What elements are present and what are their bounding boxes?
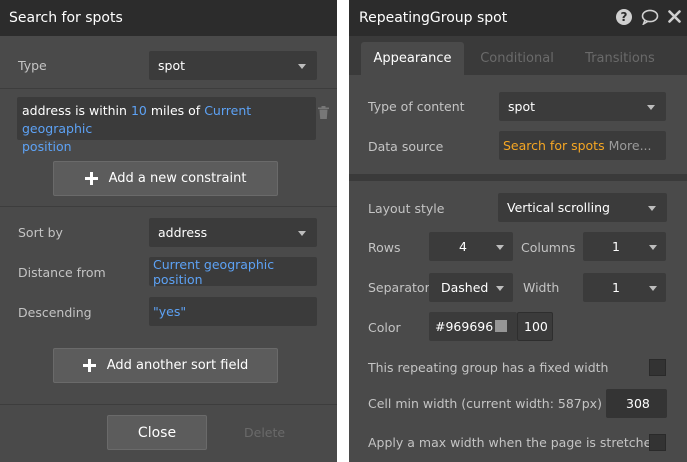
delete-button[interactable]: Delete xyxy=(244,425,285,440)
search-editor-title: Search for spots xyxy=(0,0,337,36)
chevron-down-icon xyxy=(496,286,504,291)
add-sort-field-button[interactable]: Add another sort field xyxy=(53,348,278,383)
add-constraint-button[interactable]: Add a new constraint xyxy=(53,161,278,196)
max-width-checkbox[interactable] xyxy=(649,434,666,451)
distance-from-field[interactable]: Current geographic position xyxy=(149,256,317,287)
add-constraint-label: Add a new constraint xyxy=(108,171,247,186)
data-source-label: Data source xyxy=(368,139,444,154)
descending-field[interactable]: "yes" xyxy=(149,297,317,326)
columns-dropdown[interactable]: 1 xyxy=(583,232,666,261)
color-hex-value: #969696 xyxy=(435,319,494,334)
type-dropdown-value: spot xyxy=(158,58,185,73)
fixed-width-label: This repeating group has a fixed width xyxy=(368,360,609,375)
data-source-more[interactable]: More... xyxy=(609,138,652,153)
fixed-width-checkbox[interactable] xyxy=(649,359,666,376)
chevron-down-icon xyxy=(649,245,657,250)
type-of-content-dropdown[interactable]: spot xyxy=(499,92,666,121)
sort-by-value: address xyxy=(158,225,208,240)
width-value: 1 xyxy=(612,280,620,295)
rows-value: 4 xyxy=(459,239,467,254)
chevron-down-icon xyxy=(298,231,306,236)
tab-transitions[interactable]: Transitions xyxy=(570,42,670,74)
cell-min-width-value: 308 xyxy=(626,396,650,411)
layout-style-value: Vertical scrolling xyxy=(507,200,610,215)
color-label: Color xyxy=(368,320,401,335)
chevron-down-icon xyxy=(647,105,655,110)
width-label: Width xyxy=(523,280,560,295)
descending-label: Descending xyxy=(18,305,92,320)
trash-icon[interactable] xyxy=(318,106,329,119)
width-dropdown[interactable]: 1 xyxy=(583,273,666,302)
max-width-label: Apply a max width when the page is stret… xyxy=(368,435,660,450)
divider xyxy=(349,174,687,181)
type-of-content-label: Type of content xyxy=(368,99,465,114)
divider xyxy=(0,404,337,405)
distance-from-value: Current geographic position xyxy=(153,256,275,287)
plus-icon xyxy=(84,172,98,185)
separator-dropdown[interactable]: Dashed xyxy=(429,273,513,302)
layout-style-label: Layout style xyxy=(368,201,445,216)
data-source-value[interactable]: Search for spots xyxy=(503,138,605,153)
opacity-value: 100 xyxy=(524,319,548,334)
opacity-field[interactable]: 100 xyxy=(517,312,553,341)
type-of-content-value: spot xyxy=(508,99,535,114)
tab-conditional[interactable]: Conditional xyxy=(467,42,567,74)
sort-by-dropdown[interactable]: address xyxy=(149,218,317,247)
data-source-expression: Search for spots More... xyxy=(503,131,652,160)
constraint-location-cont[interactable]: position xyxy=(22,139,72,154)
element-inspector-panel: RepeatingGroup spot ? Appearance Conditi… xyxy=(349,0,687,462)
help-icon[interactable]: ? xyxy=(616,9,632,25)
close-button[interactable]: Close xyxy=(107,415,207,450)
separator-label: Separator xyxy=(368,280,430,295)
color-field[interactable]: #969696 xyxy=(429,312,517,341)
rows-dropdown[interactable]: 4 xyxy=(429,232,513,261)
distance-from-label: Distance from xyxy=(18,265,106,280)
add-sort-field-label: Add another sort field xyxy=(106,358,249,373)
type-dropdown[interactable]: spot xyxy=(149,51,317,80)
divider xyxy=(0,206,337,207)
divider xyxy=(0,88,337,89)
inspector-title-text: RepeatingGroup spot xyxy=(359,10,508,26)
tab-appearance[interactable]: Appearance xyxy=(361,42,464,75)
descending-value: "yes" xyxy=(153,304,187,319)
color-swatch[interactable] xyxy=(495,320,507,332)
data-source-field[interactable]: Search for spots More... xyxy=(499,131,666,160)
layout-style-dropdown[interactable]: Vertical scrolling xyxy=(498,193,667,222)
close-icon[interactable] xyxy=(668,10,681,23)
constraint-prefix: address is within xyxy=(22,103,127,118)
chevron-down-icon xyxy=(496,245,504,250)
constraint-unit: miles xyxy=(150,103,185,118)
constraint-box[interactable]: address is within 10 miles of Current ge… xyxy=(17,97,316,154)
chevron-down-icon xyxy=(648,206,656,211)
constraint-number[interactable]: 10 xyxy=(131,103,147,118)
plus-icon xyxy=(82,359,96,372)
separator-value: Dashed xyxy=(441,280,489,295)
chevron-down-icon xyxy=(649,286,657,291)
search-editor-panel: Search for spots Type spot address is wi… xyxy=(0,0,337,462)
columns-label: Columns xyxy=(521,240,576,255)
type-label: Type xyxy=(18,58,47,73)
sort-by-label: Sort by xyxy=(18,225,63,240)
chevron-down-icon xyxy=(298,64,306,69)
comment-icon[interactable] xyxy=(641,9,659,26)
cell-min-width-label: Cell min width (current width: 587px) xyxy=(368,396,602,411)
cell-min-width-field[interactable]: 308 xyxy=(606,389,667,418)
constraint-of: of xyxy=(188,103,201,118)
rows-label: Rows xyxy=(368,240,401,255)
inspector-title: RepeatingGroup spot xyxy=(349,0,687,36)
columns-value: 1 xyxy=(612,239,620,254)
